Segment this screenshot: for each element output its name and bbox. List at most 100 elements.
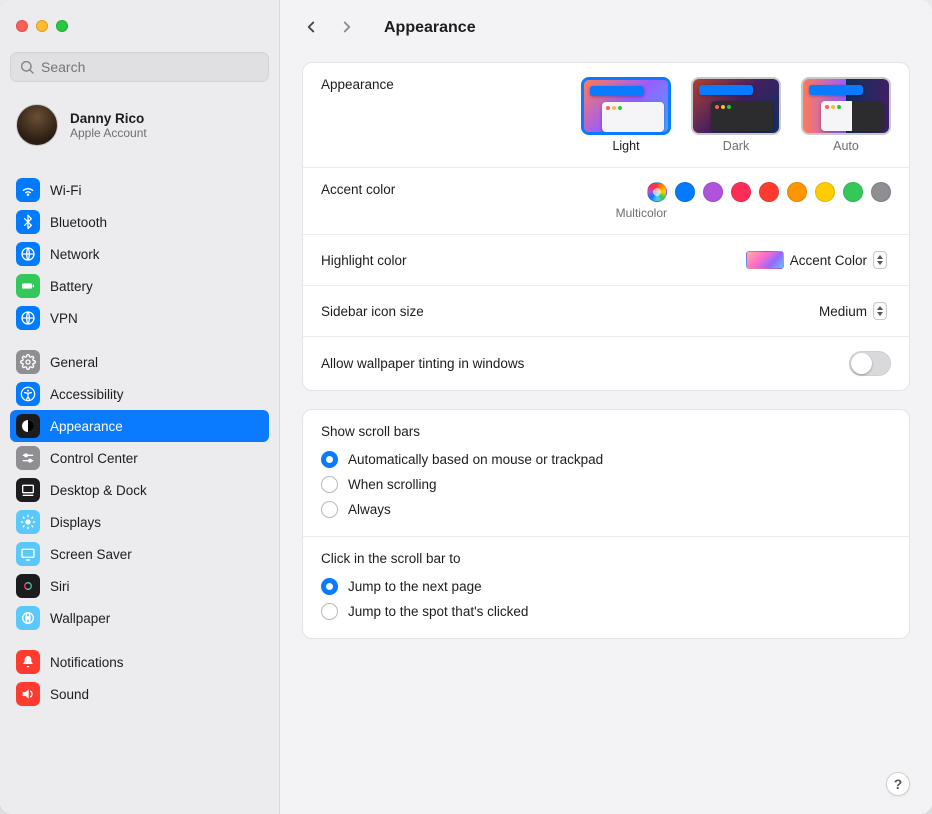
sidebar-item-general[interactable]: General: [10, 346, 269, 378]
radio-label: Jump to the spot that's clicked: [348, 604, 528, 619]
accent-swatch-caption: [695, 206, 723, 220]
sidebar-item-sound[interactable]: Sound: [10, 678, 269, 710]
sidebar-item-control-center[interactable]: Control Center: [10, 442, 269, 474]
radio-label: Jump to the next page: [348, 579, 482, 594]
sidebar-item-bluetooth[interactable]: Bluetooth: [10, 206, 269, 238]
sidebar: Danny Rico Apple Account Wi-Fi Bluetooth N…: [0, 0, 280, 814]
account-name: Danny Rico: [70, 111, 147, 126]
radio-option[interactable]: Jump to the spot that's clicked: [321, 599, 891, 624]
toggle-knob: [851, 353, 872, 374]
appearance-option-auto[interactable]: Auto: [801, 77, 891, 153]
accent-swatch-red[interactable]: [759, 182, 779, 202]
sidebar-item-network[interactable]: Network: [10, 238, 269, 270]
accent-swatch-caption: [751, 206, 779, 220]
stepper-icon: [873, 302, 887, 320]
sidebar-item-label: General: [50, 355, 98, 370]
radio-button[interactable]: [321, 578, 338, 595]
accent-swatch-pink[interactable]: [731, 182, 751, 202]
forward-button[interactable]: [338, 18, 356, 39]
sidebar-item-label: Siri: [50, 579, 70, 594]
zoom-button[interactable]: [56, 20, 68, 32]
sidebar-item-notifications[interactable]: Notifications: [10, 646, 269, 678]
accent-color-label: Accent color: [321, 182, 395, 197]
sidebar-item-screen-saver[interactable]: Screen Saver: [10, 538, 269, 570]
sidebar-item-wi-fi[interactable]: Wi-Fi: [10, 174, 269, 206]
sidebar-item-label: Accessibility: [50, 387, 124, 402]
radio-button[interactable]: [321, 501, 338, 518]
battery-icon: [16, 274, 40, 298]
siri-icon: [16, 574, 40, 598]
sidebar-item-label: Network: [50, 247, 100, 262]
sidebar-item-label: Displays: [50, 515, 101, 530]
sidebar-item-appearance[interactable]: Appearance: [10, 410, 269, 442]
sidebar-item-displays[interactable]: Displays: [10, 506, 269, 538]
appearance-option-dark[interactable]: Dark: [691, 77, 781, 153]
appearance-panel: Appearance LightDarkAuto Accent color Mu…: [302, 62, 910, 391]
radio-option[interactable]: When scrolling: [321, 472, 891, 497]
radio-option[interactable]: Always: [321, 497, 891, 522]
accent-swatch-caption: [667, 206, 695, 220]
scroll-click-title: Click in the scroll bar to: [321, 551, 891, 566]
page-title: Appearance: [384, 19, 476, 37]
scrolling-panel: Show scroll bars Automatically based on …: [302, 409, 910, 639]
radio-button[interactable]: [321, 476, 338, 493]
close-button[interactable]: [16, 20, 28, 32]
sidebar-item-label: Wi-Fi: [50, 183, 81, 198]
sidebar-item-label: Appearance: [50, 419, 123, 434]
accent-swatch-multicolor[interactable]: [647, 182, 667, 202]
highlight-color-label: Highlight color: [321, 253, 407, 268]
sidebar-item-siri[interactable]: Siri: [10, 570, 269, 602]
accent-swatch-blue[interactable]: [675, 182, 695, 202]
scroll-click-section: Click in the scroll bar to Jump to the n…: [303, 537, 909, 638]
radio-option[interactable]: Jump to the next page: [321, 574, 891, 599]
sidebar-icon-size-popup[interactable]: Medium: [813, 300, 891, 322]
appearance-row: Appearance Light Dark Auto: [303, 63, 909, 168]
screen-saver-icon: [16, 542, 40, 566]
sidebar-item-label: Notifications: [50, 655, 124, 670]
sidebar-item-label: Control Center: [50, 451, 138, 466]
accent-swatch-orange[interactable]: [787, 182, 807, 202]
accent-swatch-graphite[interactable]: [871, 182, 891, 202]
appearance-option-light[interactable]: Light: [581, 77, 671, 153]
traffic-lights: [16, 20, 68, 32]
gear-icon: [16, 350, 40, 374]
stepper-icon: [873, 251, 887, 269]
accent-swatch-green[interactable]: [843, 182, 863, 202]
accent-swatch-yellow[interactable]: [815, 182, 835, 202]
help-button[interactable]: ?: [886, 772, 910, 796]
back-button[interactable]: [302, 18, 320, 39]
sidebar-item-vpn[interactable]: VPN: [10, 302, 269, 334]
settings-window: Danny Rico Apple Account Wi-Fi Bluetooth N…: [0, 0, 932, 814]
sidebar-item-label: VPN: [50, 311, 78, 326]
account-subtitle: Apple Account: [70, 126, 147, 140]
apple-account-row[interactable]: Danny Rico Apple Account: [10, 94, 269, 162]
search-input[interactable]: [10, 52, 269, 82]
sidebar-item-battery[interactable]: Battery: [10, 270, 269, 302]
radio-label: Automatically based on mouse or trackpad: [348, 452, 603, 467]
radio-button[interactable]: [321, 603, 338, 620]
wallpaper-tint-label: Allow wallpaper tinting in windows: [321, 356, 524, 371]
sidebar-item-label: Wallpaper: [50, 611, 110, 626]
radio-label: When scrolling: [348, 477, 437, 492]
appearance-label: Appearance: [321, 77, 394, 92]
accessibility-icon: [16, 382, 40, 406]
highlight-color-row: Highlight color Accent Color: [303, 235, 909, 286]
radio-button[interactable]: [321, 451, 338, 468]
highlight-color-value: Accent Color: [790, 253, 867, 268]
wallpaper-tint-toggle[interactable]: [849, 351, 891, 376]
accent-swatch-purple[interactable]: [703, 182, 723, 202]
accent-swatch-caption: [723, 206, 751, 220]
highlight-color-popup[interactable]: Accent Color: [740, 249, 891, 271]
sidebar-icon-size-value: Medium: [819, 304, 867, 319]
sidebar-item-accessibility[interactable]: Accessibility: [10, 378, 269, 410]
radio-option[interactable]: Automatically based on mouse or trackpad: [321, 447, 891, 472]
sidebar-item-label: Battery: [50, 279, 93, 294]
network-icon: [16, 242, 40, 266]
minimize-button[interactable]: [36, 20, 48, 32]
sidebar-item-label: Screen Saver: [50, 547, 132, 562]
sidebar-item-wallpaper[interactable]: Wallpaper: [10, 602, 269, 634]
sidebar-item-desktop-dock[interactable]: Desktop & Dock: [10, 474, 269, 506]
vpn-icon: [16, 306, 40, 330]
sound-icon: [16, 682, 40, 706]
accent-swatch-caption: [863, 206, 891, 220]
